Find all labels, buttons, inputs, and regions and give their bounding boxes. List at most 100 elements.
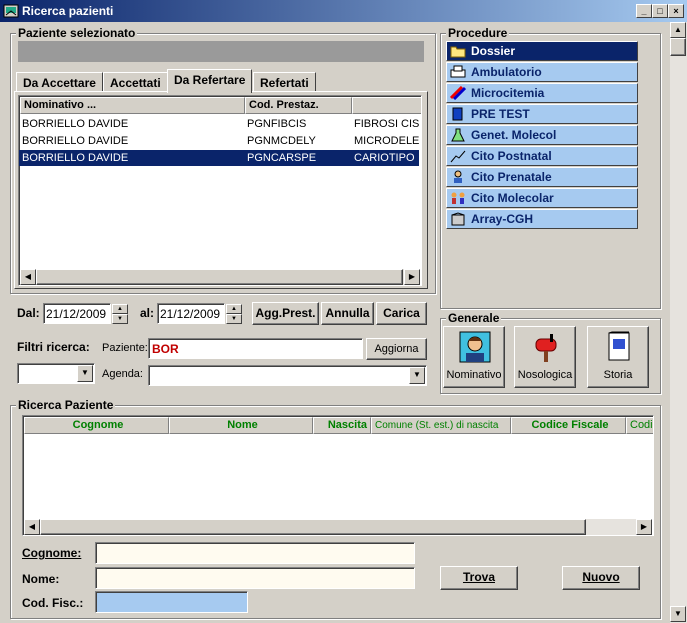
close-button[interactable]: × bbox=[668, 4, 684, 18]
col-comune[interactable]: Comune (St. est.) di nascita bbox=[371, 417, 511, 434]
row-code: PGNFIBCIS bbox=[247, 118, 307, 130]
agenda-label: Agenda: bbox=[102, 368, 143, 380]
scroll-thumb[interactable] bbox=[40, 519, 586, 535]
procedure-item-pre-test[interactable]: PRE TEST bbox=[446, 104, 638, 124]
nome-label: Nome: bbox=[22, 572, 60, 586]
list-row-selected[interactable]: BORRIELLO DAVIDE PGNCARSPE CARIOTIPO bbox=[19, 150, 419, 166]
search-results-grid[interactable]: Cognome Nome Nascita Comune (St. est.) d… bbox=[22, 415, 654, 536]
agg-prest-button[interactable]: Agg.Prest. bbox=[252, 302, 319, 325]
procedure-item-label: Genet. Molecol bbox=[471, 128, 557, 142]
procedure-label: Procedure bbox=[446, 26, 510, 40]
list-row[interactable]: BORRIELLO DAVIDE PGNFIBCIS FIBROSI CIS bbox=[19, 116, 419, 132]
col-cognome[interactable]: Cognome bbox=[24, 417, 169, 434]
nuovo-button[interactable]: Nuovo bbox=[562, 566, 640, 590]
cognome-input[interactable] bbox=[95, 542, 415, 564]
window-vscrollbar[interactable]: ▲ ▼ bbox=[670, 22, 687, 623]
procedure-item-array-cgh[interactable]: Array-CGH bbox=[446, 209, 638, 229]
scroll-thumb[interactable] bbox=[670, 38, 686, 56]
procedure-item-cito-postnatal[interactable]: Cito Postnatal bbox=[446, 146, 638, 166]
annulla-button[interactable]: Annulla bbox=[321, 302, 374, 325]
people-icon bbox=[450, 191, 466, 205]
procedure-item-cito-prenatale[interactable]: Cito Prenatale bbox=[446, 167, 638, 187]
generale-label: Generale bbox=[446, 311, 502, 325]
procedure-item-dossier[interactable]: Dossier bbox=[446, 41, 638, 61]
paziente-filter-input[interactable]: BOR bbox=[148, 338, 363, 359]
al-spinner[interactable]: ▲ ▼ bbox=[226, 304, 242, 324]
figure-icon bbox=[450, 170, 466, 184]
procedure-item-label: Cito Molecolar bbox=[471, 191, 554, 205]
nome-input[interactable] bbox=[95, 567, 415, 589]
storia-button[interactable]: Storia bbox=[587, 326, 649, 388]
col-descrizione[interactable] bbox=[352, 97, 421, 114]
spin-down-icon[interactable]: ▼ bbox=[112, 314, 128, 324]
procedure-item-label: Array-CGH bbox=[471, 212, 534, 226]
nosologica-button[interactable]: Nosologica bbox=[514, 326, 576, 388]
row-desc: CARIOTIPO bbox=[354, 152, 415, 164]
selected-patient-label: Paziente selezionato bbox=[16, 26, 138, 40]
procedure-item-ambulatorio[interactable]: Ambulatorio bbox=[446, 62, 638, 82]
printer-icon bbox=[450, 65, 466, 79]
row-desc: FIBROSI CIS bbox=[354, 118, 420, 130]
col-cod-prestaz[interactable]: Cod. Prestaz. bbox=[245, 97, 352, 114]
list-row[interactable]: BORRIELLO DAVIDE PGNMCDELY MICRODELE bbox=[19, 133, 419, 149]
building-icon bbox=[450, 212, 466, 226]
book-icon bbox=[450, 107, 466, 121]
codfisc-input[interactable] bbox=[95, 591, 248, 613]
chevron-down-icon[interactable]: ▼ bbox=[77, 365, 93, 382]
scroll-right-icon[interactable]: ▶ bbox=[404, 269, 420, 285]
grid-hscrollbar[interactable]: ◀ ▶ bbox=[24, 519, 652, 535]
scroll-right-icon[interactable]: ▶ bbox=[636, 519, 652, 535]
trova-button[interactable]: Trova bbox=[440, 566, 518, 590]
col-codice[interactable]: Codi bbox=[626, 417, 653, 434]
row-code: PGNCARSPE bbox=[247, 152, 317, 164]
procedure-item-cito-molecolar[interactable]: Cito Molecolar bbox=[446, 188, 638, 208]
maximize-button[interactable]: □ bbox=[652, 4, 668, 18]
mailbox-icon bbox=[530, 331, 562, 366]
tab-accettati[interactable]: Accettati bbox=[103, 72, 168, 92]
spin-up-icon[interactable]: ▲ bbox=[112, 304, 128, 314]
selected-patient-field bbox=[18, 41, 424, 62]
trova-label: Trova bbox=[462, 570, 495, 584]
carica-button[interactable]: Carica bbox=[376, 302, 427, 325]
filter-type-select[interactable]: ▼ bbox=[17, 363, 95, 384]
search-label: Ricerca Paziente bbox=[16, 398, 116, 412]
app-icon bbox=[3, 3, 19, 19]
spin-down-icon[interactable]: ▼ bbox=[226, 314, 242, 324]
al-date-field[interactable]: 21/12/2009 bbox=[157, 303, 225, 324]
procedure-item-label: Ambulatorio bbox=[471, 65, 542, 79]
procedure-item-label: Cito Postnatal bbox=[471, 149, 552, 163]
dal-spinner[interactable]: ▲ ▼ bbox=[112, 304, 128, 324]
procedure-item-label: Microcitemia bbox=[471, 86, 545, 100]
storia-label: Storia bbox=[603, 369, 633, 381]
spin-up-icon[interactable]: ▲ bbox=[226, 304, 242, 314]
title-bar: Ricerca pazienti _ □ × bbox=[0, 0, 687, 22]
tab-refertati[interactable]: Refertati bbox=[253, 72, 316, 92]
scroll-up-icon[interactable]: ▲ bbox=[670, 22, 686, 38]
scroll-down-icon[interactable]: ▼ bbox=[670, 606, 686, 622]
procedure-item-microcitemia[interactable]: Microcitemia bbox=[446, 83, 638, 103]
filtri-label: Filtri ricerca: bbox=[17, 340, 90, 354]
agenda-select[interactable]: ▼ bbox=[148, 365, 427, 386]
col-codice-fiscale[interactable]: Codice Fiscale bbox=[511, 417, 626, 434]
pencils-icon bbox=[449, 85, 467, 101]
col-nome[interactable]: Nome bbox=[169, 417, 313, 434]
nominativo-button[interactable]: Nominativo bbox=[443, 326, 505, 388]
cognome-label: Cognome: bbox=[22, 546, 81, 560]
col-nascita[interactable]: Nascita bbox=[313, 417, 371, 434]
tab-da-refertare[interactable]: Da Refertare bbox=[167, 69, 253, 93]
list-hscrollbar[interactable]: ◀ ▶ bbox=[20, 269, 420, 285]
scroll-left-icon[interactable]: ◀ bbox=[24, 519, 40, 535]
minimize-button[interactable]: _ bbox=[636, 4, 652, 18]
col-nominativo[interactable]: Nominativo ... bbox=[20, 97, 245, 114]
row-name: BORRIELLO DAVIDE bbox=[22, 135, 129, 147]
scroll-thumb[interactable] bbox=[36, 269, 403, 285]
tab-da-accettare[interactable]: Da Accettare bbox=[16, 72, 103, 92]
patient-list[interactable]: Nominativo ... Cod. Prestaz. BORRIELLO D… bbox=[18, 95, 422, 286]
person-icon bbox=[459, 331, 491, 366]
nosologica-label: Nosologica bbox=[517, 369, 573, 381]
scroll-left-icon[interactable]: ◀ bbox=[20, 269, 36, 285]
aggiorna-button[interactable]: Aggiorna bbox=[366, 338, 427, 360]
procedure-item-genet-molecol[interactable]: Genet. Molecol bbox=[446, 125, 638, 145]
chevron-down-icon[interactable]: ▼ bbox=[409, 367, 425, 384]
dal-date-field[interactable]: 21/12/2009 bbox=[43, 303, 111, 324]
